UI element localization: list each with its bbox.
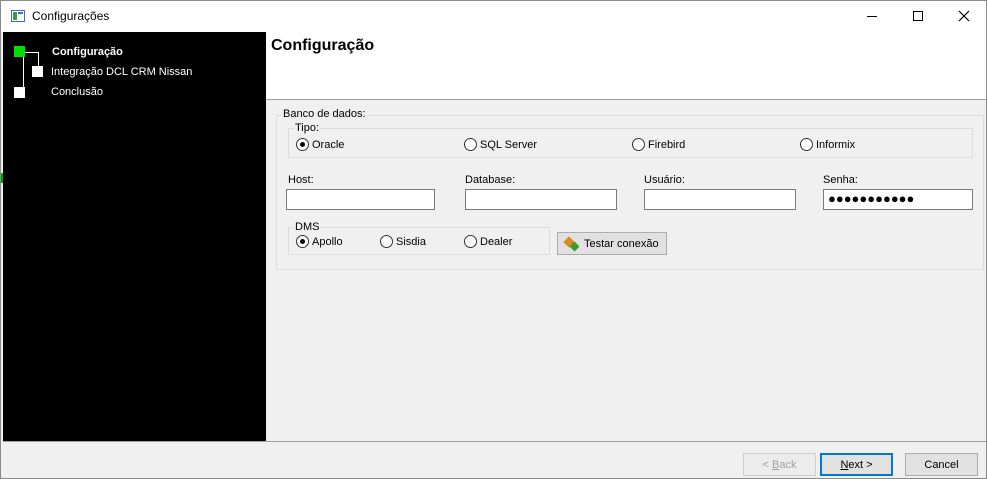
radio-firebird-label: Firebird <box>648 138 686 151</box>
next-button[interactable]: Next > <box>820 453 893 476</box>
radio-sisdia[interactable]: Sisdia <box>380 235 426 248</box>
testar-conexao-button[interactable]: Testar conexão <box>557 232 667 255</box>
radio-oracle-label: Oracle <box>312 138 345 151</box>
minimize-icon <box>867 15 877 17</box>
radio-circle <box>632 138 645 151</box>
radio-circle <box>296 235 309 248</box>
page-title: Configuração <box>271 37 375 54</box>
back-button[interactable]: < Back <box>743 453 816 476</box>
testar-conexao-label: Testar conexão <box>584 237 659 250</box>
back-accel: B <box>772 458 780 471</box>
host-input[interactable] <box>286 189 435 210</box>
footer-separator <box>3 441 986 442</box>
page-header: Configuração <box>266 32 986 100</box>
radio-sql-server[interactable]: SQL Server <box>464 138 537 151</box>
database-label: Database: <box>465 174 516 186</box>
radio-oracle[interactable]: Oracle <box>296 138 344 151</box>
maximize-button[interactable] <box>895 1 941 31</box>
senha-label: Senha: <box>823 174 858 186</box>
usuario-label: Usuário: <box>644 174 685 186</box>
radio-apollo[interactable]: Apollo <box>296 235 343 248</box>
close-button[interactable] <box>941 1 987 31</box>
title-bar: Configurações <box>1 1 986 32</box>
radio-dealer[interactable]: Dealer <box>464 235 512 248</box>
senha-input[interactable]: ●●●●●●●●●●● <box>823 189 973 210</box>
radio-circle <box>800 138 813 151</box>
wizard-steps-panel: Configuração Integração DCL CRM Nissan C… <box>3 32 266 441</box>
step-label-conclusao: Conclusão <box>51 86 103 98</box>
close-icon <box>958 10 970 22</box>
host-label: Host: <box>288 174 314 186</box>
radio-circle <box>464 138 477 151</box>
app-icon <box>11 10 25 22</box>
usuario-input[interactable] <box>644 189 796 210</box>
maximize-icon <box>913 11 923 21</box>
step-label-configuracao: Configuração <box>52 46 123 58</box>
cancel-label: Cancel <box>924 458 959 471</box>
plug-icon <box>563 235 580 252</box>
step-connector <box>24 52 39 53</box>
radio-circle <box>464 235 477 248</box>
tipo-label: Tipo: <box>294 122 321 134</box>
configuracoes-window: Configurações Configuração Integração DC… <box>0 0 987 479</box>
next-accel: N <box>840 458 849 471</box>
step-indicator-configuracao <box>14 46 25 57</box>
minimize-button[interactable] <box>849 1 895 31</box>
radio-circle <box>380 235 393 248</box>
cancel-button[interactable]: Cancel <box>905 453 978 476</box>
radio-informix-label: Informix <box>816 138 856 151</box>
radio-sisdia-label: Sisdia <box>396 235 426 248</box>
database-input[interactable] <box>465 189 617 210</box>
banco-de-dados-label: Banco de dados: <box>282 108 367 120</box>
step-indicator-conclusao <box>14 87 25 98</box>
dms-label: DMS <box>294 221 321 233</box>
tipo-group <box>288 128 973 158</box>
step-label-integracao: Integração DCL CRM Nissan <box>51 66 193 78</box>
radio-firebird[interactable]: Firebird <box>632 138 685 151</box>
window-title: Configurações <box>32 9 110 23</box>
radio-sql-server-label: SQL Server <box>480 138 538 151</box>
radio-dealer-label: Dealer <box>480 235 513 248</box>
radio-apollo-label: Apollo <box>312 235 343 248</box>
back-rest: ack <box>779 458 797 471</box>
radio-circle <box>296 138 309 151</box>
step-indicator-integracao <box>32 66 43 77</box>
radio-informix[interactable]: Informix <box>800 138 855 151</box>
back-prefix: < <box>762 458 772 471</box>
next-rest: ext > <box>848 458 873 471</box>
